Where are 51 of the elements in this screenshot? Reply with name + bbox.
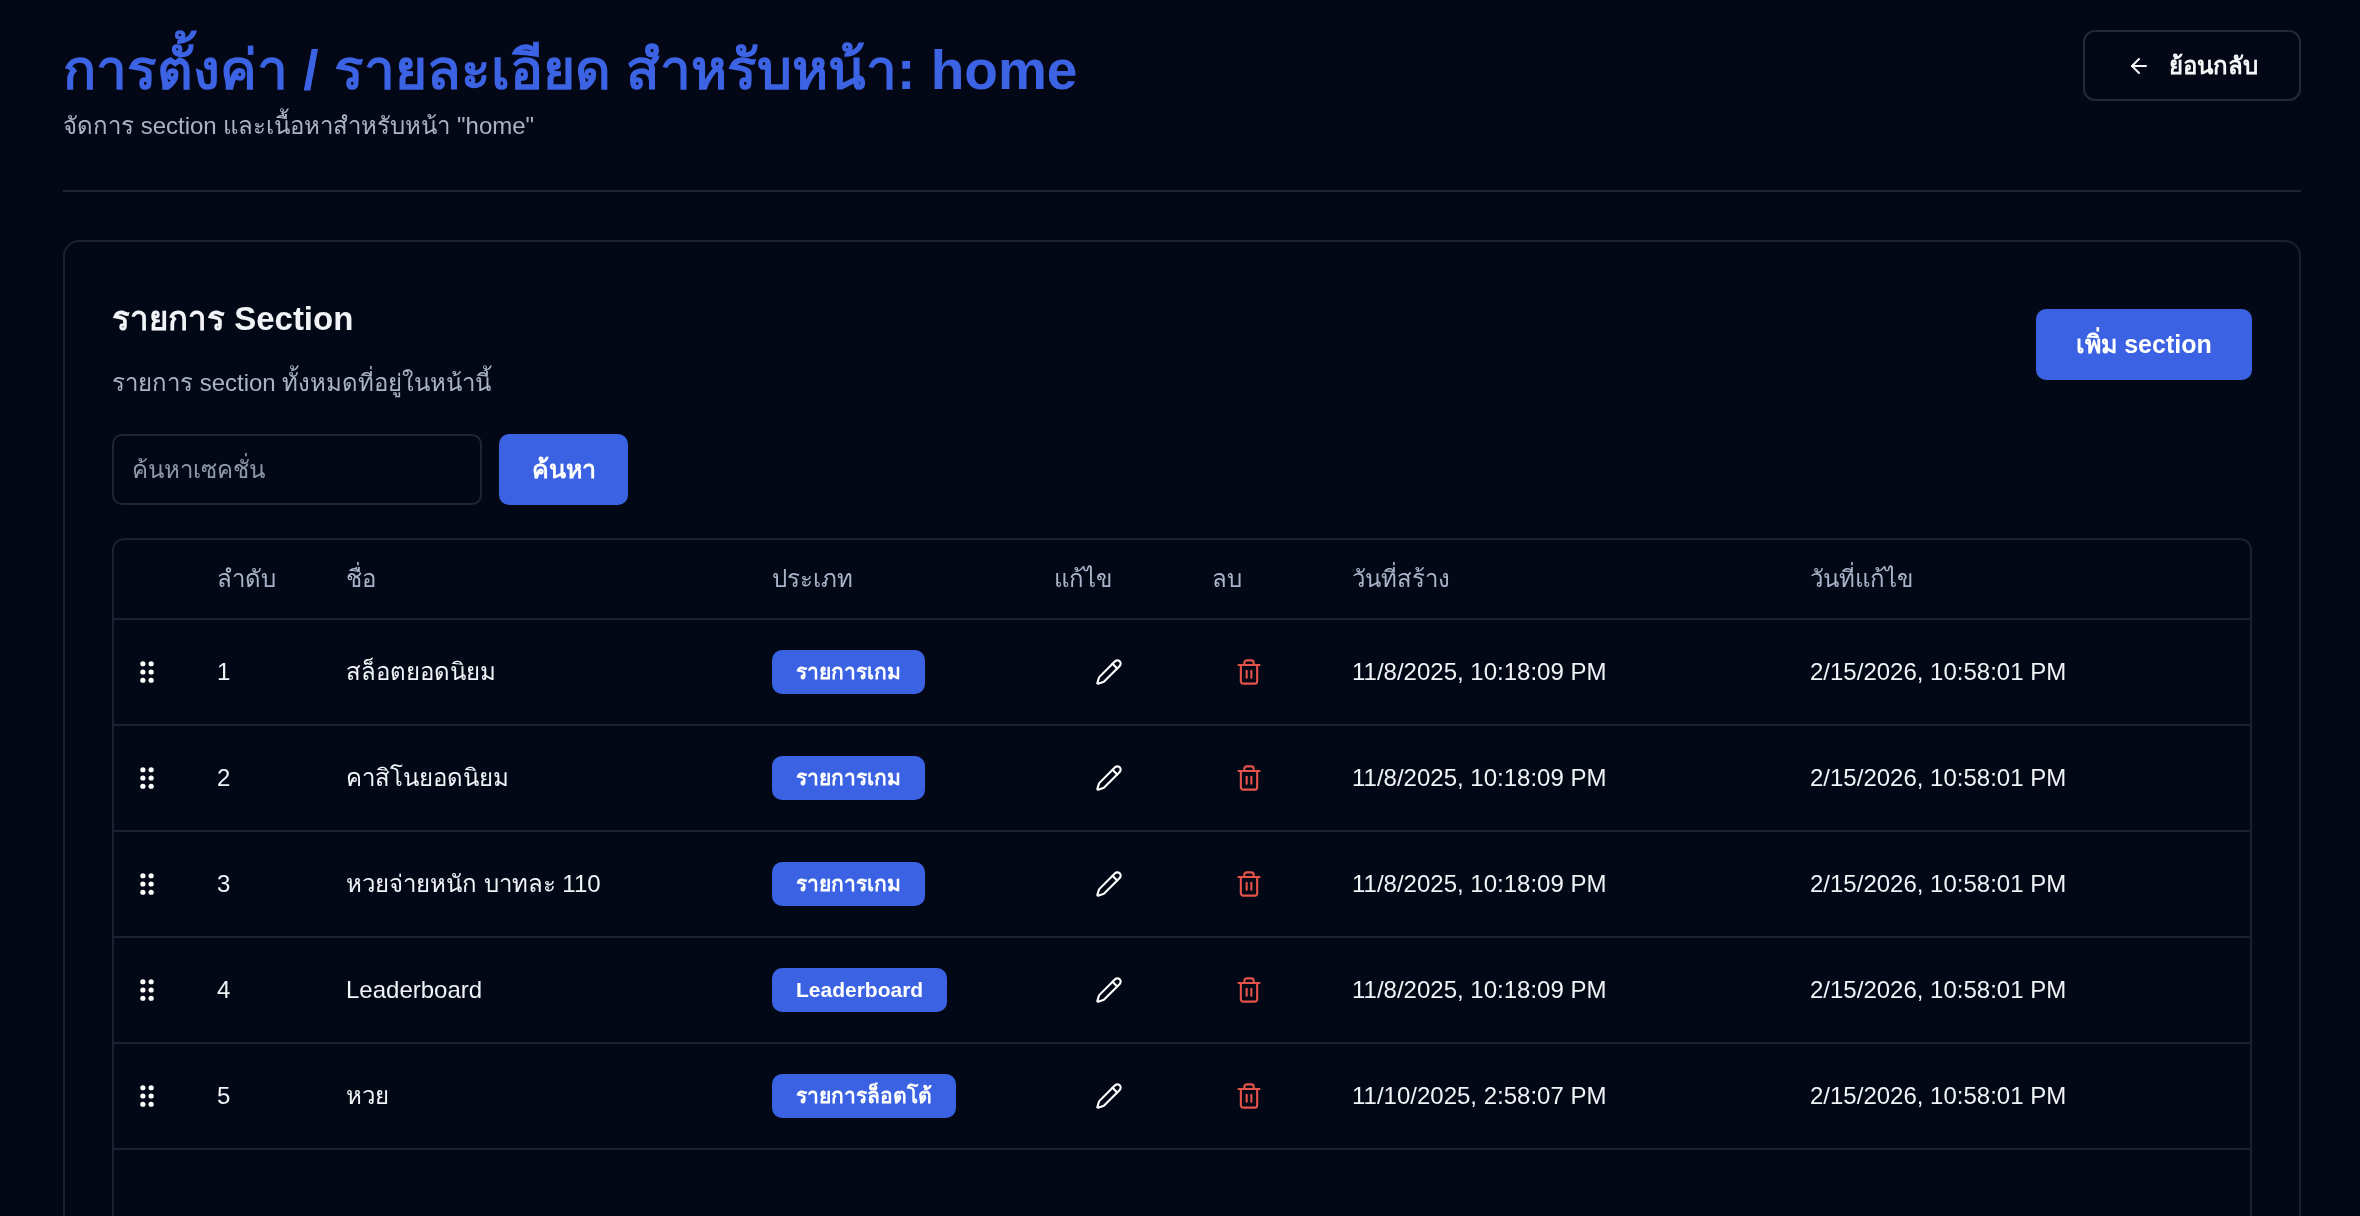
order-cell: 1 [217, 658, 231, 685]
updated-date-cell: 2/15/2026, 10:58:01 PM [1810, 976, 2067, 1003]
type-tag: รายการเกม [772, 756, 925, 800]
type-tag: รายการเกม [772, 862, 925, 906]
column-header: ลบ [1212, 565, 1242, 592]
drag-handle-icon[interactable] [140, 979, 154, 1001]
created-date-cell: 11/10/2025, 2:58:07 PM [1352, 1082, 1607, 1109]
search-field[interactable]: ค้นหาเซคชั่น [112, 434, 482, 505]
page-subtitle: จัดการ section และเนื้อหาสำหรับหน้า "home" [63, 110, 1078, 142]
created-date-cell: 11/8/2025, 10:18:09 PM [1352, 764, 1607, 791]
column-header: ลำดับ [217, 565, 276, 592]
pencil-icon [1095, 976, 1123, 1004]
updated-date-cell: 2/15/2026, 10:58:01 PM [1810, 764, 2067, 791]
drag-handle-icon[interactable] [140, 1085, 154, 1107]
name-cell: หวยจ่ายหนัก บาทละ 110 [346, 870, 601, 897]
trash-icon [1235, 1082, 1263, 1110]
order-cell: 4 [217, 976, 231, 1003]
type-tag: รายการล็อตโต้ [772, 1074, 956, 1118]
column-header: แก้ไข [1054, 565, 1112, 592]
type-tag: Leaderboard [772, 968, 948, 1012]
trash-icon [1235, 976, 1263, 1004]
column-header: ประเภท [772, 565, 853, 592]
updated-date-cell: 2/15/2026, 10:58:01 PM [1810, 658, 2067, 685]
pencil-icon [1095, 1082, 1123, 1110]
drag-handle-icon[interactable] [140, 661, 154, 683]
drag-handle-icon[interactable] [140, 767, 154, 789]
updated-date-cell: 2/15/2026, 10:58:01 PM [1810, 1082, 2067, 1109]
pencil-icon [1095, 870, 1123, 898]
trash-icon [1235, 764, 1263, 792]
back-button[interactable]: ย้อนกลับ [2083, 30, 2301, 101]
name-cell: หวย [346, 1082, 389, 1109]
order-cell: 2 [217, 764, 231, 791]
order-cell: 3 [217, 870, 231, 897]
trash-icon [1235, 658, 1263, 686]
name-cell: สล็อตยอดนิยม [346, 658, 496, 685]
card-title: รายการ Section [112, 299, 355, 339]
created-date-cell: 11/8/2025, 10:18:09 PM [1352, 976, 1607, 1003]
created-date-cell: 11/8/2025, 10:18:09 PM [1352, 870, 1607, 897]
name-cell: คาสิโนยอดนิยม [346, 764, 509, 791]
pencil-icon [1095, 764, 1123, 792]
name-cell: Leaderboard [346, 976, 483, 1003]
drag-handle-icon[interactable] [140, 873, 154, 895]
search-button[interactable]: ค้นหา [499, 434, 628, 505]
card-description: รายการ section ทั้งหมดที่อยู่ในหน้านี้ [112, 365, 492, 401]
type-tag: รายการเกม [772, 650, 925, 694]
add-section-button[interactable]: เพิ่ม section [2036, 309, 2252, 380]
trash-icon [1235, 870, 1263, 898]
updated-date-cell: 2/15/2026, 10:58:01 PM [1810, 870, 2067, 897]
order-cell: 5 [217, 1082, 231, 1109]
pencil-icon [1095, 658, 1123, 686]
created-date-cell: 11/8/2025, 10:18:09 PM [1352, 658, 1607, 685]
